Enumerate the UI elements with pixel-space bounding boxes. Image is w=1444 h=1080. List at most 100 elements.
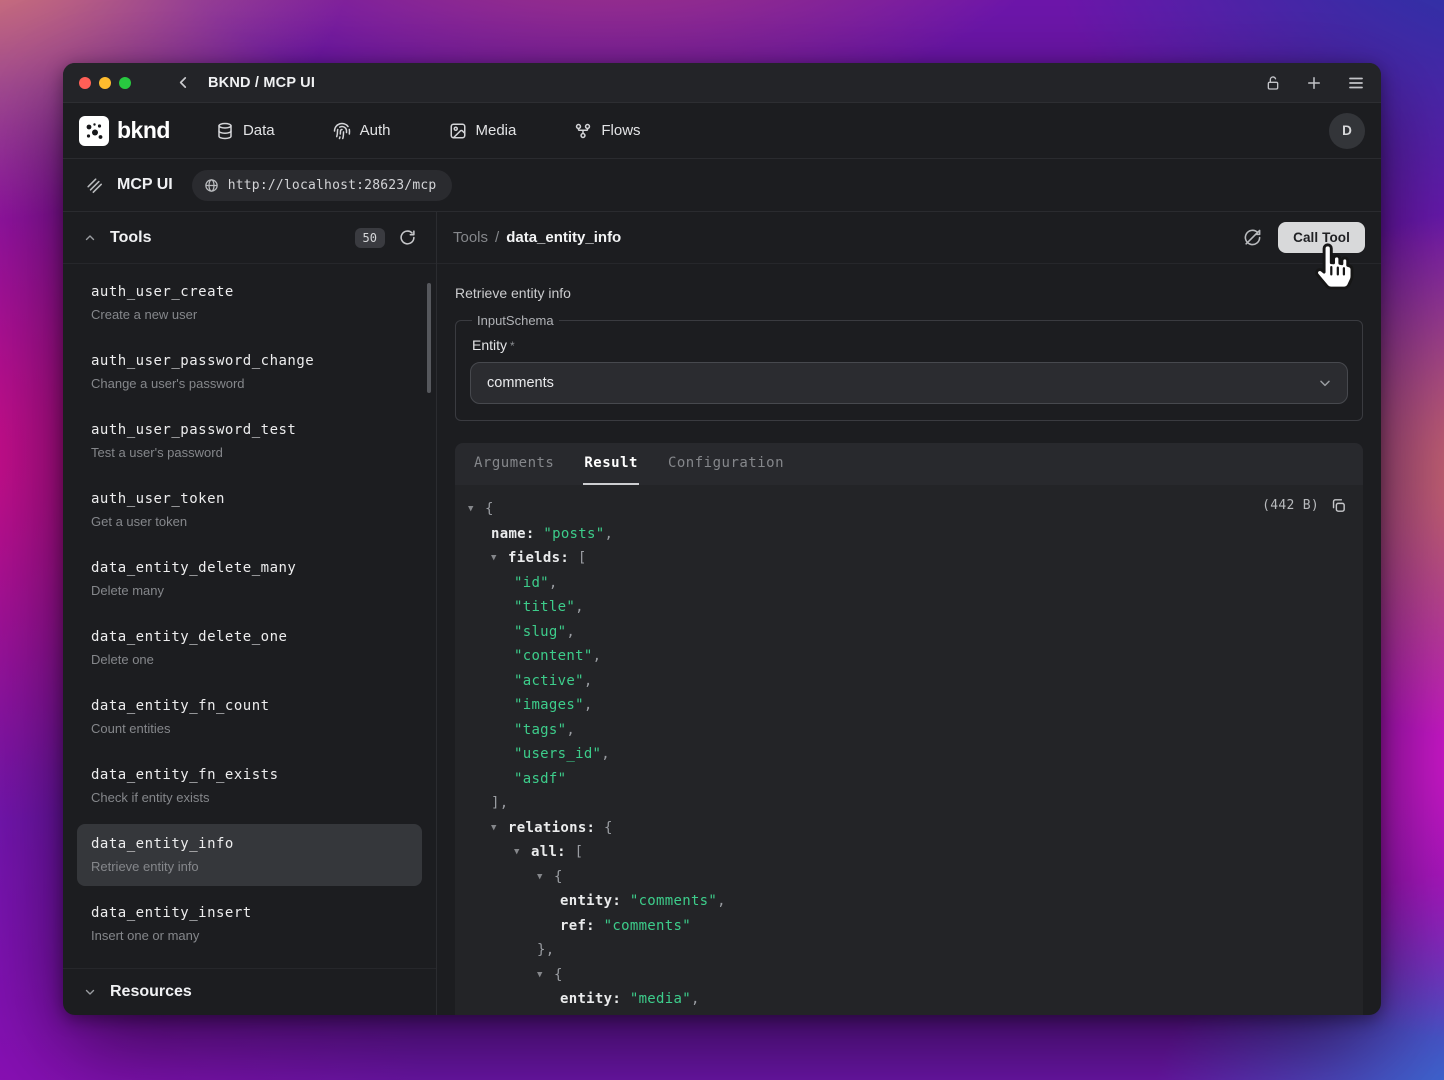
nav-item-label: Flows [601,122,640,139]
json-punctuation: , [575,595,584,620]
json-line: ▼{ [468,963,1347,988]
brand[interactable]: bknd [79,116,170,146]
tab-result[interactable]: Result [583,443,639,485]
json-string: "content" [514,644,593,669]
user-avatar[interactable]: D [1329,113,1365,149]
sidebar-item-auth_user_password_change[interactable]: auth_user_password_changeChange a user's… [77,341,422,403]
sidebar-item-data_entity_fn_count[interactable]: data_entity_fn_count Count entities [77,686,422,748]
server-url: http://localhost:28623/mcp [228,178,437,193]
tool-name: data_entity_fn_count [91,697,408,716]
window-title: BKND / MCP UI [208,75,315,91]
tool-name: auth_user_password_test [91,421,408,440]
nav-item-flows[interactable]: Flows [574,122,640,140]
json-line: ▼relations: { [468,816,1347,841]
collapse-triangle-icon[interactable]: ▼ [537,865,554,890]
json-punctuation: , [566,620,575,645]
json-key: relations: [508,816,604,841]
collapse-triangle-icon[interactable]: ▼ [491,816,508,841]
copy-icon[interactable] [1330,497,1347,514]
json-punctuation: { [485,497,494,522]
json-key: entity: [560,987,630,1012]
json-line: ▼{ [468,865,1347,890]
json-string: "media" [630,987,691,1012]
json-line: "slug", [468,620,1347,645]
back-icon[interactable] [175,74,192,91]
close-window-button[interactable] [79,77,91,89]
desktop-background: { "titlebar": { "title": "BKND / MCP UI"… [0,0,1444,1080]
json-string: "asdf" [514,767,566,792]
breadcrumb-section[interactable]: Tools [453,229,488,246]
result-size-label: (442 B) [1262,498,1319,513]
json-line: ], [468,791,1347,816]
globe-icon [204,178,219,193]
json-result-viewer: (442 B) ▼{name: "posts",▼fields: ["id","… [455,485,1363,1015]
collapse-triangle-icon[interactable]: ▼ [491,546,508,571]
tab-arguments[interactable]: Arguments [473,443,555,485]
json-key: all: [531,840,575,865]
call-tool-button[interactable]: Call Tool [1278,222,1365,253]
entity-select[interactable]: comments [470,362,1348,404]
tools-section-header[interactable]: Tools 50 [63,212,436,264]
json-line: "id", [468,571,1347,596]
resources-section-title: Resources [110,983,192,1001]
resources-section-header[interactable]: Resources [63,968,436,1015]
json-line: name: "posts", [468,522,1347,547]
nav-item-label: Auth [360,122,391,139]
sidebar-item-auth_user_create[interactable]: auth_user_createCreate a new user [77,272,422,334]
tool-description: Count entities [91,720,408,737]
json-line: "images", [468,693,1347,718]
json-string: "slug" [514,620,566,645]
json-key: name: [491,522,543,547]
result-panel: ArgumentsResultConfiguration (442 B) ▼{n… [455,443,1363,1015]
new-tab-icon[interactable] [1305,74,1323,92]
refresh-tools-icon[interactable] [399,229,416,246]
collapse-triangle-icon[interactable]: ▼ [514,840,531,865]
json-punctuation: { [554,865,563,890]
sidebar-item-data_entity_info[interactable]: data_entity_infoRetrieve entity info [77,824,422,886]
nav-item-media[interactable]: Media [449,122,517,140]
collapse-triangle-icon[interactable]: ▼ [537,963,554,988]
json-string: "posts" [543,522,604,547]
json-string: "tags" [514,718,566,743]
json-line: ref: "comments" [468,914,1347,939]
required-marker: * [510,339,515,353]
menu-icon[interactable] [1347,74,1365,92]
bknd-logo-icon [79,116,109,146]
tool-name: data_entity_info [91,835,408,854]
brand-name: bknd [117,117,170,144]
sidebar-item-data_entity_delete_many[interactable]: data_entity_delete_manyDelete many [77,548,422,610]
sidebar-item-data_entity_delete_one[interactable]: data_entity_delete_oneDelete one [77,617,422,679]
sidebar-item-data_entity_fn_exists[interactable]: data_entity_fn_existsCheck if entity exi… [77,755,422,817]
lock-open-icon[interactable] [1265,75,1281,91]
sidebar-item-auth_user_password_test[interactable]: auth_user_password_testTest a user's pas… [77,410,422,472]
tab-configuration[interactable]: Configuration [667,443,785,485]
sidebar-item-auth_user_token[interactable]: auth_user_tokenGet a user token [77,479,422,541]
main-nav: Data Auth Media Flows [216,122,641,140]
minimize-window-button[interactable] [99,77,111,89]
json-line: "content", [468,644,1347,669]
nav-item-data[interactable]: Data [216,122,275,140]
json-line: ▼all: [ [468,840,1347,865]
mcp-title: MCP UI [117,176,173,194]
tool-description: Retrieve entity info [455,285,1363,301]
json-punctuation: { [554,963,563,988]
server-url-pill[interactable]: http://localhost:28623/mcp [192,170,453,201]
collapse-triangle-icon[interactable]: ▼ [468,497,485,522]
json-punctuation: , [717,889,726,914]
database-icon [216,122,234,140]
sidebar-scrollbar[interactable] [427,283,431,393]
refresh-off-icon[interactable] [1243,228,1262,247]
json-key: entity: [560,889,630,914]
json-punctuation: , [584,669,593,694]
tool-detail-body: Retrieve entity info InputSchema Entity*… [437,264,1381,1015]
mcp-icon [85,176,104,195]
json-string: "comments" [630,889,717,914]
input-schema-legend: InputSchema [472,313,559,328]
json-line: ref: "images" [468,1012,1347,1016]
json-punctuation: [ [578,546,587,571]
sidebar-item-data_entity_insert[interactable]: data_entity_insertInsert one or many [77,893,422,955]
tool-actions: Call Tool [1243,222,1365,253]
zoom-window-button[interactable] [119,77,131,89]
nav-item-auth[interactable]: Auth [333,122,391,140]
main-panel: Tools / data_entity_info Call Tool Retri… [437,212,1381,1015]
